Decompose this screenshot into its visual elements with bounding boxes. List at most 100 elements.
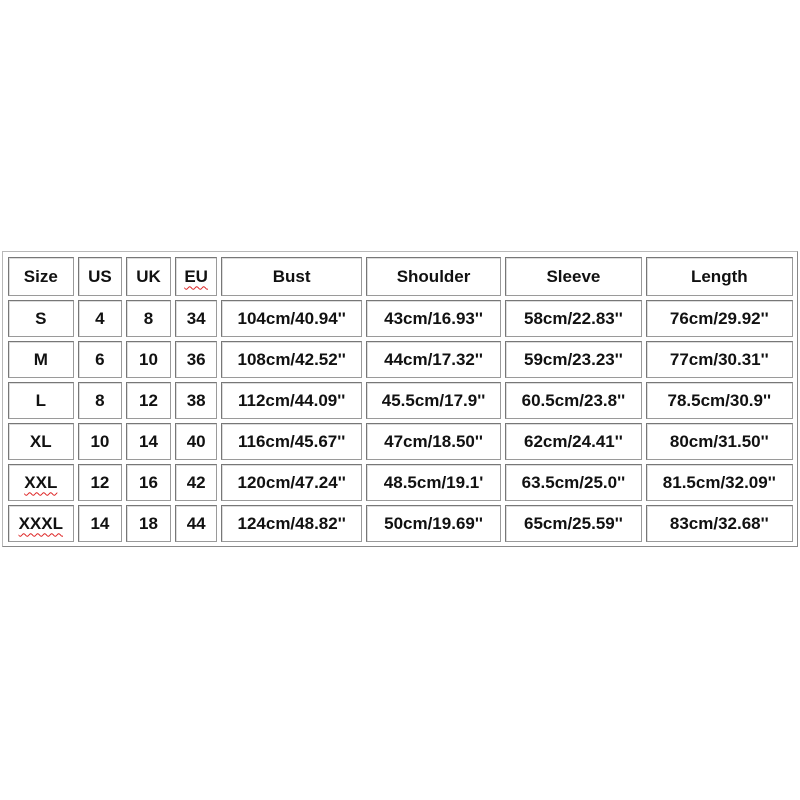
table-cell-sleeve: 60.5cm/23.8'' [505, 382, 642, 419]
cell-text: 18 [139, 513, 158, 533]
cell-text: XL [29, 431, 52, 451]
table-cell-shoulder: 44cm/17.32'' [365, 341, 502, 378]
table-cell-eu: 44 [174, 505, 218, 542]
table-cell-size: L [8, 382, 74, 419]
table-cell-bust: 112cm/44.09'' [221, 382, 362, 419]
table-row: M 6 10 36 108cm/42.52'' 44cm/17.32'' 59cm/23.2… [8, 341, 793, 378]
cell-text: 8 [95, 390, 105, 410]
cell-text: XXL [24, 472, 58, 492]
cell-text: Sleeve [546, 266, 601, 286]
table-cell-size: XXXL [8, 505, 74, 542]
cell-text: 14 [90, 513, 110, 533]
table-cell-uk: 16 [126, 464, 171, 501]
cell-text: 12 [139, 390, 158, 410]
cell-text: 104cm/40.94'' [237, 308, 346, 328]
cell-text: 16 [139, 472, 158, 492]
header-cell-bust: Bust [221, 257, 362, 296]
cell-text: 116cm/45.67'' [237, 431, 346, 451]
cell-text: 4 [95, 308, 105, 328]
table-cell-us: 6 [77, 341, 123, 378]
table-cell-sleeve: 59cm/23.23'' [505, 341, 642, 378]
table-cell-bust: 124cm/48.82'' [221, 505, 362, 542]
table-cell-bust: 104cm/40.94'' [221, 300, 362, 337]
cell-text: S [35, 308, 47, 328]
header-cell-us: US [77, 257, 123, 296]
size-chart: Size US UK EU Bust Shoulder Sleeve Length S 4 8 34 1… [2, 251, 798, 547]
table-cell-size: M [8, 341, 74, 378]
table-cell-sleeve: 62cm/24.41'' [505, 423, 642, 460]
cell-text: 50cm/19.69'' [384, 513, 483, 533]
table-cell-length: 78.5cm/30.9'' [645, 382, 793, 419]
table-cell-bust: 116cm/45.67'' [221, 423, 362, 460]
table-cell-sleeve: 63.5cm/25.0'' [505, 464, 642, 501]
cell-text: 38 [186, 390, 206, 410]
cell-text: Size [23, 266, 58, 286]
table-cell-uk: 8 [126, 300, 171, 337]
cell-text: 10 [139, 349, 158, 369]
header-cell-eu: EU [174, 257, 218, 296]
cell-text: 63.5cm/25.0'' [521, 472, 626, 492]
cell-text: 34 [186, 308, 206, 328]
cell-text: 120cm/47.24'' [237, 472, 346, 492]
cell-text: 40 [186, 431, 206, 451]
table-cell-shoulder: 50cm/19.69'' [365, 505, 502, 542]
table-cell-us: 14 [77, 505, 123, 542]
header-cell-sleeve: Sleeve [505, 257, 642, 296]
table-cell-size: XL [8, 423, 74, 460]
cell-text: 60.5cm/23.8'' [521, 390, 626, 410]
table-row: L 8 12 38 112cm/44.09'' 45.5cm/17.9'' 60.5cm/2… [8, 382, 793, 419]
table-cell-eu: 40 [174, 423, 218, 460]
cell-text: 124cm/48.82'' [237, 513, 346, 533]
cell-text: XXXL [18, 513, 63, 533]
table-cell-length: 77cm/30.31'' [645, 341, 793, 378]
table-cell-length: 83cm/32.68'' [645, 505, 793, 542]
cell-text: 77cm/30.31'' [669, 349, 769, 369]
table-cell-length: 81.5cm/32.09'' [645, 464, 793, 501]
header-cell-uk: UK [126, 257, 171, 296]
table-cell-shoulder: 48.5cm/19.1' [365, 464, 502, 501]
table-cell-sleeve: 65cm/25.59'' [505, 505, 642, 542]
table-row: XXXL 14 18 44 124cm/48.82'' 50cm/19.69'' 65cm/… [8, 505, 793, 542]
table-row: S 4 8 34 104cm/40.94'' 43cm/16.93'' 58cm/22.83… [8, 300, 793, 337]
cell-text: Bust [272, 266, 311, 286]
header-cell-size: Size [8, 257, 74, 296]
cell-text: M [33, 349, 48, 369]
cell-text: 12 [90, 472, 110, 492]
cell-text: 14 [139, 431, 158, 451]
header-cell-length: Length [645, 257, 793, 296]
cell-text: 81.5cm/32.09'' [662, 472, 776, 492]
table-cell-uk: 12 [126, 382, 171, 419]
size-table: Size US UK EU Bust Shoulder Sleeve Length S 4 8 34 1… [4, 253, 797, 546]
table-cell-sleeve: 58cm/22.83'' [505, 300, 642, 337]
table-cell-us: 10 [77, 423, 123, 460]
cell-text: 43cm/16.93'' [384, 308, 483, 328]
cell-text: 62cm/24.41'' [523, 431, 623, 451]
table-cell-uk: 14 [126, 423, 171, 460]
table-cell-us: 8 [77, 382, 123, 419]
cell-text: UK [136, 266, 161, 286]
cell-text: 78.5cm/30.9'' [667, 390, 772, 410]
table-cell-length: 76cm/29.92'' [645, 300, 793, 337]
cell-text: Length [690, 266, 748, 286]
table-cell-size: XXL [8, 464, 74, 501]
cell-text: L [35, 390, 46, 410]
table-cell-eu: 36 [174, 341, 218, 378]
cell-text: 10 [90, 431, 110, 451]
table-row: XXL 12 16 42 120cm/47.24'' 48.5cm/19.1' 63.5cm… [8, 464, 793, 501]
table-cell-uk: 18 [126, 505, 171, 542]
cell-text: 36 [186, 349, 206, 369]
cell-text: US [88, 266, 112, 286]
cell-text: 45.5cm/17.9'' [381, 390, 486, 410]
table-cell-length: 80cm/31.50'' [645, 423, 793, 460]
table-cell-size: S [8, 300, 74, 337]
header-row: Size US UK EU Bust Shoulder Sleeve Length [8, 257, 793, 296]
cell-text: EU [184, 266, 208, 286]
table-cell-uk: 10 [126, 341, 171, 378]
cell-text: 112cm/44.09'' [237, 390, 346, 410]
cell-text: 44 [186, 513, 206, 533]
cell-text: 42 [186, 472, 206, 492]
table-cell-bust: 108cm/42.52'' [221, 341, 362, 378]
cell-text: 59cm/23.23'' [523, 349, 623, 369]
cell-text: 80cm/31.50'' [669, 431, 769, 451]
cell-text: Shoulder [396, 266, 471, 286]
